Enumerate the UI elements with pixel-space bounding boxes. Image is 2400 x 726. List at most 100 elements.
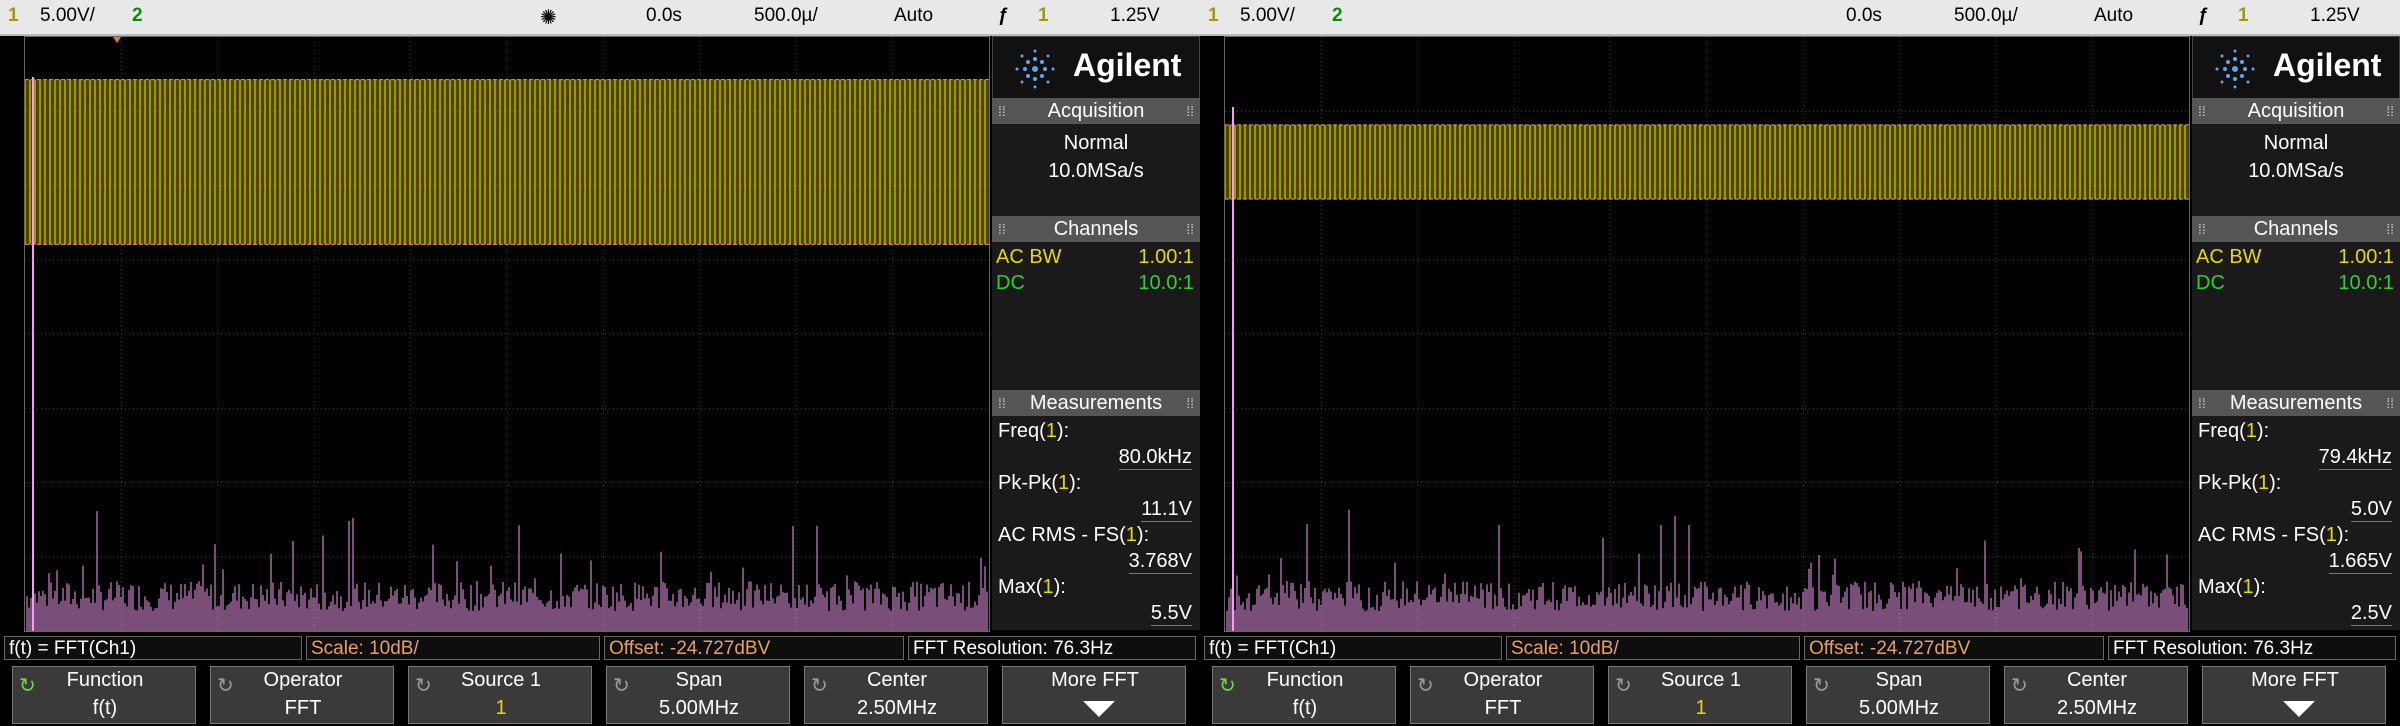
down-arrow-icon xyxy=(1083,701,1115,717)
fft-function: f(t) = FFT(Ch1) xyxy=(4,636,302,660)
meas-freq-value: 79.4kHz xyxy=(2318,446,2392,470)
center-softkey[interactable]: ↻ Center 2.50MHz xyxy=(804,666,988,724)
trigger-position-marker xyxy=(113,37,121,43)
waveform-display[interactable] xyxy=(1224,36,2190,632)
brand-name: Agilent xyxy=(2273,47,2382,83)
grip-icon: ⁞⁞ xyxy=(1186,395,1194,411)
grip-icon: ⁞⁞ xyxy=(2198,103,2206,119)
trigger-level[interactable]: 1.25V xyxy=(2310,5,2360,27)
time-scale[interactable]: 500.0µ/ xyxy=(754,5,818,27)
softkey-label: Span xyxy=(1875,669,1923,691)
time-offset[interactable]: 0.0s xyxy=(1846,5,1882,27)
softkey-value: 5.00MHz xyxy=(1858,697,1940,719)
source1-softkey[interactable]: ↻ Source 1 1 xyxy=(408,666,592,724)
trigger-edge-icon: ƒ xyxy=(2198,5,2209,26)
softkey-bar: ↻ Function f(t) ↻ Operator FFT ↻ Source … xyxy=(0,664,1200,726)
softkey-value: f(t) xyxy=(92,697,118,719)
meas-pkpk-label: Pk-Pk(1): xyxy=(998,472,1082,494)
source1-softkey[interactable]: ↻ Source 1 1 xyxy=(1608,666,1792,724)
sample-rate: 10.0MSa/s xyxy=(2248,160,2344,182)
ch2-probe: 10.0:1 xyxy=(1138,272,1194,294)
time-offset[interactable]: 0.0s xyxy=(646,5,682,27)
ch1-probe: 1.00:1 xyxy=(1138,246,1194,268)
more-fft-softkey[interactable]: More FFT xyxy=(2202,666,2386,724)
softkey-value: 1 xyxy=(495,697,507,719)
acquisition-panel: Normal 10.0MSa/s xyxy=(2192,124,2400,216)
acquisition-title: Acquisition xyxy=(1047,100,1145,122)
grip-icon: ⁞⁞ xyxy=(998,103,1006,119)
trigger-mode[interactable]: Auto xyxy=(894,5,933,27)
softkey-value: FFT xyxy=(1484,697,1522,719)
trigger-source[interactable]: 1 xyxy=(1038,5,1049,27)
softkey-label: Source 1 xyxy=(460,669,542,691)
trigger-level[interactable]: 1.25V xyxy=(1110,5,1160,27)
meas-pkpk-value: 5.0V xyxy=(2350,498,2392,522)
channels-header[interactable]: ⁞⁞ Channels ⁞⁞ xyxy=(2192,216,2400,242)
acquisition-mode: Normal xyxy=(1063,132,1129,154)
softkey-bar: ↻ Function f(t) ↻ Operator FFT ↻ Source … xyxy=(1200,664,2400,726)
measurements-title: Measurements xyxy=(2229,392,2363,414)
center-softkey[interactable]: ↻ Center 2.50MHz xyxy=(2004,666,2188,724)
scope-screen-left: 1 5.00V/ 2 ✺ 0.0s 500.0µ/ Auto ƒ 1 1.25V xyxy=(0,0,1200,726)
measurements-title: Measurements xyxy=(1029,392,1163,414)
sidebar: Agilent ⁞⁞ Acquisition ⁞⁞ Normal 10.0MSa… xyxy=(2192,36,2400,630)
trigger-source[interactable]: 1 xyxy=(2238,5,2249,27)
trigger-mode[interactable]: Auto xyxy=(2094,5,2133,27)
grip-icon: ⁞⁞ xyxy=(1186,103,1194,119)
ch1-number[interactable]: 1 xyxy=(8,5,19,27)
softkey-value: 1 xyxy=(1695,697,1707,719)
meas-max-label: Max(1): xyxy=(2198,576,2266,598)
softkey-value: 5.00MHz xyxy=(658,697,740,719)
ch1-scale[interactable]: 5.00V/ xyxy=(40,5,95,27)
span-softkey[interactable]: ↻ Span 5.00MHz xyxy=(606,666,790,724)
operator-softkey[interactable]: ↻ Operator FFT xyxy=(1410,666,1594,724)
ch1-probe: 1.00:1 xyxy=(2338,246,2394,268)
sample-rate: 10.0MSa/s xyxy=(1048,160,1144,182)
measurements-header[interactable]: ⁞⁞ Measurements ⁞⁞ xyxy=(2192,390,2400,416)
meas-acrms-label: AC RMS - FS(1): xyxy=(2198,524,2350,546)
fft-resolution: FFT Resolution: 76.3Hz xyxy=(2108,636,2396,660)
function-softkey[interactable]: ↻ Function f(t) xyxy=(12,666,196,724)
waveform-plot xyxy=(25,37,989,631)
meas-acrms-value: 3.768V xyxy=(1128,550,1192,574)
softkey-label: Source 1 xyxy=(1660,669,1742,691)
softkey-label: Operator xyxy=(263,669,343,691)
down-arrow-icon xyxy=(2283,701,2315,717)
grip-icon: ⁞⁞ xyxy=(2386,221,2394,237)
grip-icon: ⁞⁞ xyxy=(2386,103,2394,119)
acquisition-header[interactable]: ⁞⁞ Acquisition ⁞⁞ xyxy=(992,98,1200,124)
acquisition-panel: Normal 10.0MSa/s xyxy=(992,124,1200,216)
fft-offset[interactable]: Offset: -24.727dBV xyxy=(1804,636,2104,660)
operator-softkey[interactable]: ↻ Operator FFT xyxy=(210,666,394,724)
time-scale[interactable]: 500.0µ/ xyxy=(1954,5,2018,27)
span-softkey[interactable]: ↻ Span 5.00MHz xyxy=(1806,666,1990,724)
softkey-value: f(t) xyxy=(1292,697,1318,719)
softkey-label: More FFT xyxy=(1051,669,1139,691)
channels-title: Channels xyxy=(1053,218,1139,240)
more-fft-softkey[interactable]: More FFT xyxy=(1002,666,1186,724)
brand-logo: Agilent xyxy=(992,36,1200,100)
ch2-number[interactable]: 2 xyxy=(1332,5,1343,27)
fft-resolution: FFT Resolution: 76.3Hz xyxy=(908,636,1196,660)
softkey-value: 2.50MHz xyxy=(856,697,938,719)
fft-scale[interactable]: Scale: 10dB/ xyxy=(1506,636,1800,660)
channels-title: Channels xyxy=(2253,218,2339,240)
status-bar: 1 5.00V/ 2 ✺ 0.0s 500.0µ/ Auto ƒ 1 1.25V xyxy=(0,0,1200,36)
acquisition-header[interactable]: ⁞⁞ Acquisition ⁞⁞ xyxy=(2192,98,2400,124)
softkey-label: Function xyxy=(66,669,144,691)
channels-header[interactable]: ⁞⁞ Channels ⁞⁞ xyxy=(992,216,1200,242)
fft-offset[interactable]: Offset: -24.727dBV xyxy=(604,636,904,660)
grip-icon: ⁞⁞ xyxy=(2198,221,2206,237)
grip-icon: ⁞⁞ xyxy=(998,395,1006,411)
meas-freq-label: Freq(1): xyxy=(2198,420,2270,442)
fft-scale[interactable]: Scale: 10dB/ xyxy=(306,636,600,660)
meas-freq-label: Freq(1): xyxy=(998,420,1070,442)
fft-function: f(t) = FFT(Ch1) xyxy=(1204,636,1502,660)
ch1-scale[interactable]: 5.00V/ xyxy=(1240,5,1295,27)
waveform-display[interactable] xyxy=(24,36,990,632)
function-softkey[interactable]: ↻ Function f(t) xyxy=(1212,666,1396,724)
ch1-number[interactable]: 1 xyxy=(1208,5,1219,27)
ch2-number[interactable]: 2 xyxy=(132,5,143,27)
measurements-header[interactable]: ⁞⁞ Measurements ⁞⁞ xyxy=(992,390,1200,416)
softkey-label: Center xyxy=(2066,669,2128,691)
